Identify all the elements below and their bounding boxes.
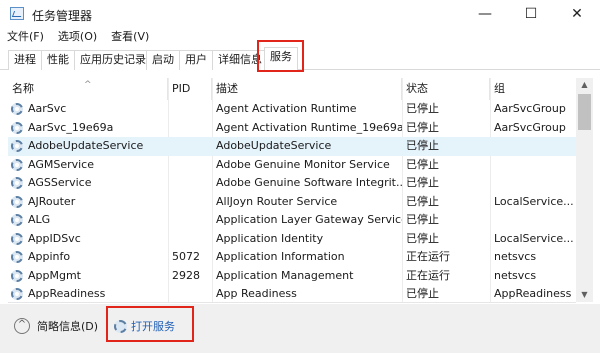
- scroll-up-arrow-icon[interactable]: ▲: [576, 78, 593, 92]
- scroll-thumb[interactable]: [578, 94, 591, 130]
- service-status-cell: 已停止: [406, 139, 439, 152]
- table-row[interactable]: AppMgmt 2928 Application Management 正在运行 net…: [8, 267, 576, 286]
- menu-file[interactable]: 文件(F): [0, 28, 51, 46]
- task-manager-window: 任务管理器 — ☐ ✕ 文件(F) 选项(O) 查看(V) 进程 性能 应用历史…: [0, 0, 600, 353]
- tab-app-history[interactable]: 应用历史记录: [74, 50, 152, 70]
- service-pid-cell: 2928: [172, 268, 200, 282]
- service-group-cell: AarSvcGroup: [494, 102, 566, 115]
- service-group-cell: LocalService...: [494, 231, 574, 245]
- service-name-cell: AppIDSvc: [28, 231, 81, 245]
- service-status-cell: 已停止: [406, 231, 439, 245]
- brief-info-link[interactable]: 简略信息(D): [37, 318, 98, 334]
- service-status-cell: 已停止: [406, 157, 439, 171]
- window-title: 任务管理器: [32, 9, 93, 23]
- table-row[interactable]: ALG Application Layer Gateway Service 已停止: [8, 211, 576, 230]
- footer-bar: ^ 简略信息(D) 打开服务: [0, 304, 600, 353]
- title-bar: 任务管理器 — ☐ ✕: [0, 0, 600, 28]
- table-row[interactable]: AdobeUpdateService AdobeUpdateService 已停止: [8, 137, 576, 156]
- service-description-cell: App Readiness: [216, 287, 297, 300]
- table-row[interactable]: AarSvc_19e69a Agent Activation Runtime_19…: [8, 119, 576, 138]
- table-row[interactable]: Appinfo 5072 Application Information 正在运行 ne…: [8, 248, 576, 267]
- service-description-cell: Application Information: [216, 250, 345, 263]
- service-status-cell: 正在运行: [406, 268, 450, 282]
- service-group-cell: netsvcs: [494, 268, 537, 282]
- service-status-cell: 已停止: [406, 176, 439, 189]
- service-description-cell: AdobeUpdateService: [216, 139, 332, 152]
- service-status-cell: 已停止: [406, 287, 439, 300]
- service-name-cell: AGMService: [28, 157, 94, 171]
- service-description-cell: Adobe Genuine Software Integrit...: [216, 176, 402, 189]
- table-row[interactable]: AGMService Adobe Genuine Monitor Service 已…: [8, 156, 576, 175]
- vertical-scrollbar[interactable]: ▲ ▼: [576, 78, 593, 302]
- service-name-cell: AGSService: [28, 176, 92, 189]
- services-table: 名称 ^ PID 描述 状态 组 AarSvc Agent Activation …: [8, 78, 593, 302]
- service-description-cell: AllJoyn Router Service: [216, 194, 338, 208]
- service-group-cell: AarSvcGroup: [494, 120, 566, 134]
- tab-processes[interactable]: 进程: [8, 50, 42, 70]
- service-name-cell: ALG: [28, 213, 51, 226]
- table-row[interactable]: AppReadiness App Readiness 已停止 AppReadiness: [8, 285, 576, 302]
- service-name-cell: AJRouter: [28, 194, 76, 208]
- service-description-cell: Adobe Genuine Monitor Service: [216, 157, 390, 171]
- tab-services-highlight: [257, 40, 304, 72]
- column-header-name[interactable]: 名称 ^: [8, 78, 168, 100]
- service-name-cell: AarSvc_19e69a: [28, 120, 114, 134]
- menu-bar: 文件(F) 选项(O) 查看(V): [0, 28, 156, 46]
- sort-ascending-icon: ^: [84, 80, 92, 90]
- service-group-cell: AppReadiness: [494, 287, 572, 300]
- table-row[interactable]: AJRouter AllJoyn Router Service 已停止 LocalSe…: [8, 193, 576, 212]
- service-description-cell: Agent Activation Runtime: [216, 102, 357, 115]
- close-button[interactable]: ✕: [554, 0, 600, 28]
- collapse-chevron-icon[interactable]: ^: [14, 318, 30, 334]
- open-services-highlight: [106, 306, 194, 342]
- services-rows: AarSvc Agent Activation Runtime 已停止 AarSvcG…: [8, 100, 576, 302]
- column-header-description[interactable]: 描述: [212, 78, 402, 100]
- service-status-cell: 已停止: [406, 194, 439, 208]
- service-status-cell: 已停止: [406, 102, 439, 115]
- service-group-cell: LocalService...: [494, 194, 574, 208]
- table-row[interactable]: AarSvc Agent Activation Runtime 已停止 AarSvcG…: [8, 100, 576, 119]
- table-row[interactable]: AppIDSvc Application Identity 已停止 LocalServ…: [8, 230, 576, 249]
- column-header-group[interactable]: 组: [490, 78, 576, 100]
- service-description-cell: Application Management: [216, 268, 354, 282]
- tab-performance[interactable]: 性能: [41, 50, 75, 70]
- service-name-cell: AarSvc: [28, 102, 67, 115]
- minimize-button[interactable]: —: [462, 0, 508, 28]
- service-group-cell: netsvcs: [494, 250, 537, 263]
- service-description-cell: Application Identity: [216, 231, 324, 245]
- service-status-cell: 已停止: [406, 213, 439, 226]
- service-description-cell: Agent Activation Runtime_19e69a: [216, 120, 402, 134]
- maximize-button[interactable]: ☐: [508, 0, 554, 28]
- scroll-down-arrow-icon[interactable]: ▼: [576, 288, 593, 302]
- service-name-cell: AppReadiness: [28, 287, 106, 300]
- service-pid-cell: 5072: [172, 250, 200, 263]
- menu-view[interactable]: 查看(V): [104, 28, 156, 46]
- service-description-cell: Application Layer Gateway Service: [216, 213, 402, 226]
- task-manager-icon: [10, 7, 24, 20]
- service-status-cell: 已停止: [406, 120, 439, 134]
- column-header-status[interactable]: 状态: [402, 78, 490, 100]
- service-name-cell: AdobeUpdateService: [28, 139, 144, 152]
- column-header-pid[interactable]: PID: [168, 78, 212, 100]
- service-name-cell: Appinfo: [28, 250, 71, 263]
- tab-startup[interactable]: 启动: [146, 50, 180, 70]
- table-row[interactable]: AGSService Adobe Genuine Software Integri…: [8, 174, 576, 193]
- table-bottom-border: [8, 302, 576, 303]
- menu-options[interactable]: 选项(O): [51, 28, 104, 46]
- service-status-cell: 正在运行: [406, 250, 450, 263]
- tab-users[interactable]: 用户: [179, 50, 213, 70]
- service-name-cell: AppMgmt: [28, 268, 81, 282]
